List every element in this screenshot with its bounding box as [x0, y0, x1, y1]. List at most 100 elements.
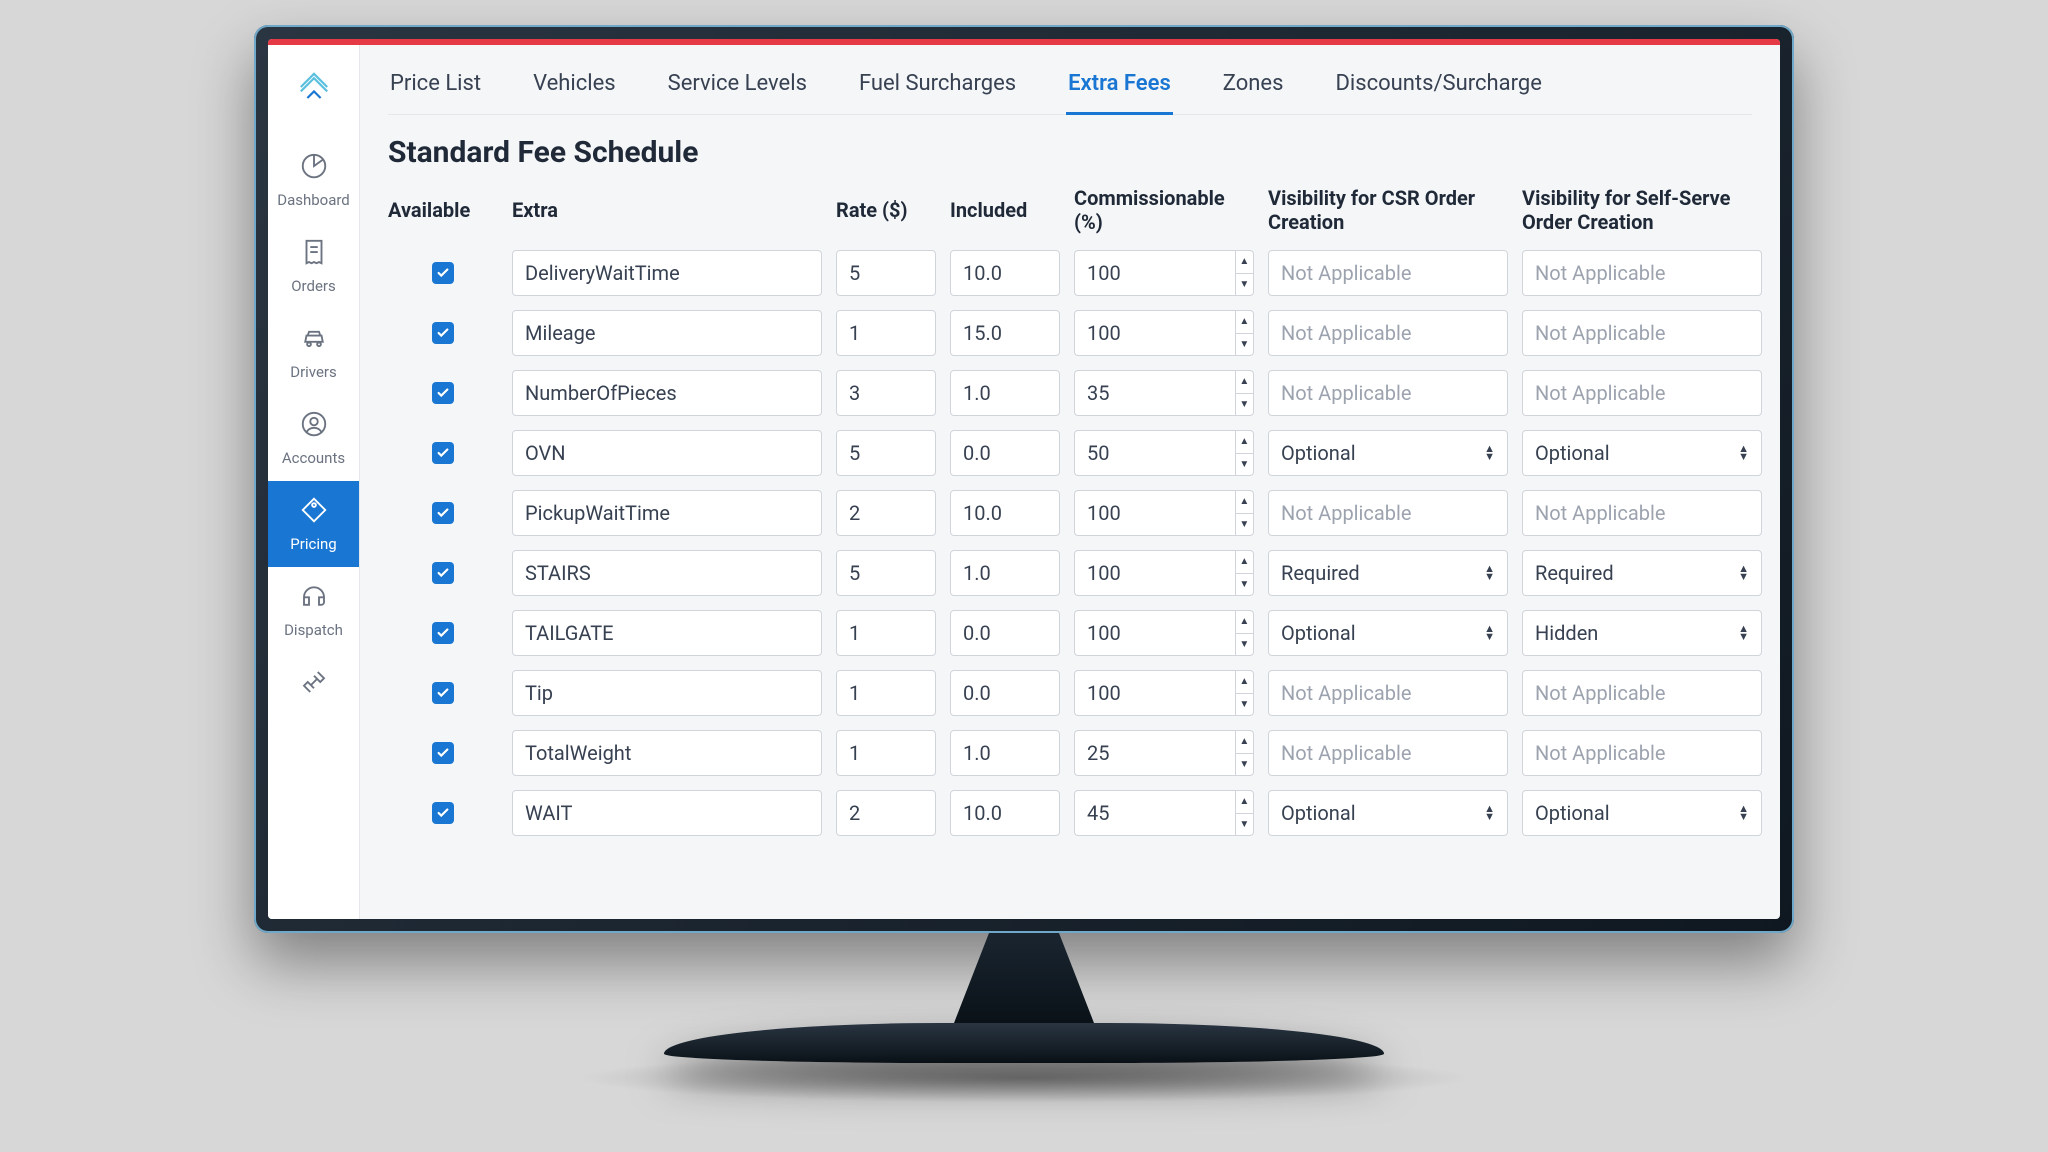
rate-input[interactable]: 2 — [836, 790, 936, 836]
rate-input[interactable]: 1 — [836, 670, 936, 716]
available-checkbox[interactable] — [432, 742, 454, 764]
spinner-up-button[interactable]: ▲ — [1235, 730, 1254, 753]
spinner-down-button[interactable]: ▼ — [1235, 513, 1254, 537]
col-rate: Rate ($) — [836, 198, 936, 222]
spinner-up-button[interactable]: ▲ — [1235, 370, 1254, 393]
tab-fuel-surcharges[interactable]: Fuel Surcharges — [857, 63, 1018, 115]
available-checkbox[interactable] — [432, 322, 454, 344]
visibility-csr-select[interactable]: Optional▲▼ — [1268, 430, 1508, 476]
included-input[interactable]: 0.0 — [950, 610, 1060, 656]
available-checkbox[interactable] — [432, 262, 454, 284]
sidebar-item-accounts[interactable]: Accounts — [268, 395, 359, 481]
spinner-up-button[interactable]: ▲ — [1235, 250, 1254, 273]
visibility-csr-select[interactable]: Optional▲▼ — [1268, 610, 1508, 656]
available-checkbox[interactable] — [432, 682, 454, 704]
included-input[interactable]: 1.0 — [950, 550, 1060, 596]
extra-name-input[interactable]: DeliveryWaitTime — [512, 250, 822, 296]
spinner-down-button[interactable]: ▼ — [1235, 753, 1254, 777]
included-input[interactable]: 10.0 — [950, 790, 1060, 836]
spinner-up-button[interactable]: ▲ — [1235, 790, 1254, 813]
rate-input[interactable]: 5 — [836, 430, 936, 476]
visibility-csr-select[interactable]: Optional▲▼ — [1268, 790, 1508, 836]
visibility-self-select[interactable]: Optional▲▼ — [1522, 790, 1762, 836]
commissionable-input[interactable]: 50 — [1074, 430, 1235, 476]
spinner-down-button[interactable]: ▼ — [1235, 393, 1254, 417]
included-input[interactable]: 10.0 — [950, 490, 1060, 536]
spinner-up-button[interactable]: ▲ — [1235, 670, 1254, 693]
rate-input[interactable]: 5 — [836, 250, 936, 296]
visibility-self-select[interactable]: Required▲▼ — [1522, 550, 1762, 596]
spinner-up-button[interactable]: ▲ — [1235, 550, 1254, 573]
spinner-up-button[interactable]: ▲ — [1235, 490, 1254, 513]
spinner-up-button[interactable]: ▲ — [1235, 430, 1254, 453]
commissionable-input[interactable]: 100 — [1074, 550, 1235, 596]
commissionable-input[interactable]: 100 — [1074, 490, 1235, 536]
spinner-down-button[interactable]: ▼ — [1235, 633, 1254, 657]
included-input[interactable]: 1.0 — [950, 370, 1060, 416]
commissionable-input[interactable]: 100 — [1074, 670, 1235, 716]
tab-service-levels[interactable]: Service Levels — [666, 63, 809, 115]
included-input[interactable]: 0.0 — [950, 430, 1060, 476]
visibility-self-select[interactable]: Hidden▲▼ — [1522, 610, 1762, 656]
sidebar-item-dashboard[interactable]: Dashboard — [268, 137, 359, 223]
sidebar-item-label: Drivers — [290, 363, 337, 381]
extra-name-input[interactable]: OVN — [512, 430, 822, 476]
visibility-self-select: Not Applicable — [1522, 730, 1762, 776]
included-input[interactable]: 1.0 — [950, 730, 1060, 776]
visibility-csr-select: Not Applicable — [1268, 310, 1508, 356]
included-input[interactable]: 15.0 — [950, 310, 1060, 356]
spinner-down-button[interactable]: ▼ — [1235, 573, 1254, 597]
extra-name-input[interactable]: STAIRS — [512, 550, 822, 596]
commissionable-input[interactable]: 35 — [1074, 370, 1235, 416]
available-checkbox[interactable] — [432, 622, 454, 644]
commissionable-input[interactable]: 100 — [1074, 250, 1235, 296]
rate-input[interactable]: 2 — [836, 490, 936, 536]
available-checkbox[interactable] — [432, 802, 454, 824]
sidebar-item-settings[interactable] — [268, 653, 359, 721]
sort-arrows-icon: ▲▼ — [1484, 625, 1495, 641]
tab-vehicles[interactable]: Vehicles — [531, 63, 618, 115]
visibility-csr-select[interactable]: Required▲▼ — [1268, 550, 1508, 596]
sidebar-item-drivers[interactable]: Drivers — [268, 309, 359, 395]
rate-input[interactable]: 3 — [836, 370, 936, 416]
rate-input[interactable]: 1 — [836, 310, 936, 356]
spinner-down-button[interactable]: ▼ — [1235, 813, 1254, 837]
included-input[interactable]: 10.0 — [950, 250, 1060, 296]
user-circle-icon — [299, 409, 329, 443]
table-row: STAIRS51.0100▲▼Required▲▼Required▲▼ — [388, 550, 1752, 596]
available-checkbox[interactable] — [432, 562, 454, 584]
available-checkbox[interactable] — [432, 382, 454, 404]
rate-input[interactable]: 1 — [836, 610, 936, 656]
spinner-down-button[interactable]: ▼ — [1235, 333, 1254, 357]
spinner-up-button[interactable]: ▲ — [1235, 610, 1254, 633]
commissionable-input[interactable]: 100 — [1074, 310, 1235, 356]
extra-name-input[interactable]: Tip — [512, 670, 822, 716]
extra-name-input[interactable]: NumberOfPieces — [512, 370, 822, 416]
sidebar-item-orders[interactable]: Orders — [268, 223, 359, 309]
available-checkbox[interactable] — [432, 502, 454, 524]
spinner-down-button[interactable]: ▼ — [1235, 693, 1254, 717]
rate-input[interactable]: 5 — [836, 550, 936, 596]
spinner-up-button[interactable]: ▲ — [1235, 310, 1254, 333]
sidebar-item-label: Orders — [291, 277, 336, 295]
tab-price-list[interactable]: Price List — [388, 63, 483, 115]
rate-input[interactable]: 1 — [836, 730, 936, 776]
extra-name-input[interactable]: PickupWaitTime — [512, 490, 822, 536]
commissionable-input[interactable]: 100 — [1074, 610, 1235, 656]
tab-discounts-surcharge[interactable]: Discounts/Surcharge — [1333, 63, 1543, 115]
tab-zones[interactable]: Zones — [1221, 63, 1286, 115]
spinner-down-button[interactable]: ▼ — [1235, 453, 1254, 477]
extra-name-input[interactable]: TotalWeight — [512, 730, 822, 776]
visibility-self-select[interactable]: Optional▲▼ — [1522, 430, 1762, 476]
extra-name-input[interactable]: TAILGATE — [512, 610, 822, 656]
commissionable-input[interactable]: 25 — [1074, 730, 1235, 776]
available-checkbox[interactable] — [432, 442, 454, 464]
included-input[interactable]: 0.0 — [950, 670, 1060, 716]
commissionable-input[interactable]: 45 — [1074, 790, 1235, 836]
extra-name-input[interactable]: WAIT — [512, 790, 822, 836]
extra-name-input[interactable]: Mileage — [512, 310, 822, 356]
sidebar-item-dispatch[interactable]: Dispatch — [268, 567, 359, 653]
sidebar-item-pricing[interactable]: Pricing — [268, 481, 359, 567]
spinner-down-button[interactable]: ▼ — [1235, 273, 1254, 297]
tab-extra-fees[interactable]: Extra Fees — [1066, 63, 1173, 115]
